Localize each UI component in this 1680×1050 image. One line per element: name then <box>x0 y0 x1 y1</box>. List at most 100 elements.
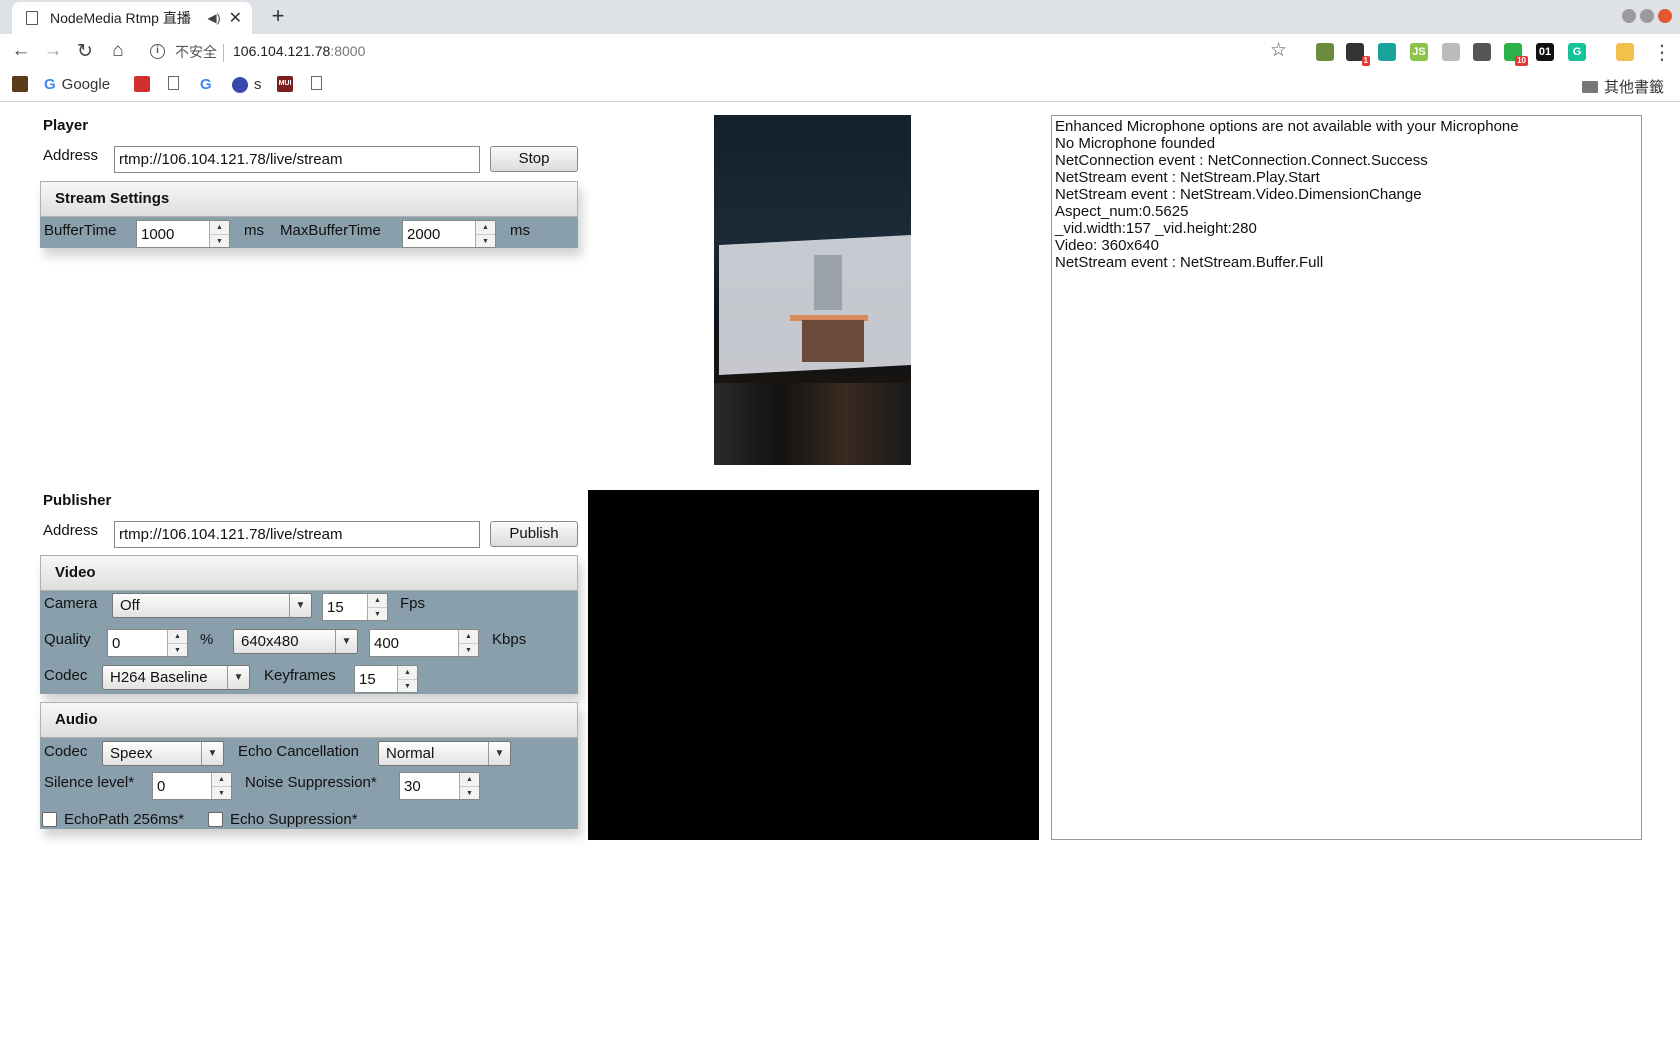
stepper-arrows[interactable]: ▲ ▼ <box>367 594 387 620</box>
video-codec-select[interactable]: H264 Baseline ▼ <box>102 665 250 690</box>
chevron-down-icon[interactable]: ▼ <box>289 594 311 617</box>
echo-cancellation-select[interactable]: Normal ▼ <box>378 741 511 766</box>
down-arrow-icon[interactable]: ▼ <box>459 644 478 657</box>
echopath-checkbox[interactable] <box>42 812 57 827</box>
bookmark-7[interactable]: MUI <box>277 76 293 92</box>
down-arrow-icon[interactable]: ▼ <box>476 235 495 248</box>
quality-stepper[interactable]: 0 ▲ ▼ <box>107 629 188 657</box>
fps-stepper[interactable]: 15 ▲ ▼ <box>322 593 388 621</box>
security-label[interactable]: 不安全 <box>175 42 217 62</box>
audio-codec-select[interactable]: Speex ▼ <box>102 741 224 766</box>
eye-ext-icon[interactable] <box>1378 43 1396 61</box>
bookmark-3[interactable] <box>134 76 150 92</box>
audio-codec-value: Speex <box>110 745 153 762</box>
max-buffer-time-stepper[interactable]: 2000 ▲ ▼ <box>402 220 496 248</box>
audio-codec-label: Codec <box>44 743 88 760</box>
up-arrow-icon[interactable]: ▲ <box>459 630 478 644</box>
buffer-time-value: 1000 <box>141 226 175 243</box>
up-arrow-icon[interactable]: ▲ <box>168 630 187 644</box>
noise-suppression-stepper[interactable]: 30 ▲ ▼ <box>399 772 480 800</box>
chevron-down-icon[interactable]: ▼ <box>335 630 357 653</box>
bookmark-8[interactable] <box>311 76 322 90</box>
publisher-address-input[interactable]: rtmp://106.104.121.78/live/stream <box>114 521 480 548</box>
camera-select[interactable]: Off ▼ <box>112 593 312 618</box>
close-tab-icon[interactable]: ✕ <box>229 8 242 28</box>
chevron-down-icon[interactable]: ▼ <box>201 742 223 765</box>
extension-badge: 1 <box>1361 56 1370 66</box>
chat-ext-icon[interactable]: 1 <box>1346 43 1370 66</box>
google-icon: G <box>200 76 212 93</box>
up-arrow-icon[interactable]: ▲ <box>212 773 231 787</box>
binary-ext-icon[interactable]: 01 <box>1536 43 1554 61</box>
new-tab-button[interactable]: + <box>264 3 292 29</box>
fps-label: Fps <box>400 595 426 612</box>
address-bar[interactable]: 106.104.121.78:8000 <box>233 43 365 59</box>
up-arrow-icon[interactable]: ▲ <box>398 666 417 680</box>
buffer-time-stepper[interactable]: 1000 ▲ ▼ <box>136 220 230 248</box>
maximize-button[interactable] <box>1640 9 1654 23</box>
tab-strip: NodeMedia Rtmp 直播 ◀) ✕ + <box>0 0 1680 34</box>
close-window-button[interactable] <box>1658 9 1672 23</box>
stepper-arrows[interactable]: ▲ ▼ <box>209 221 229 247</box>
bookmark-1[interactable] <box>12 76 28 92</box>
bookmark-4[interactable] <box>168 76 179 90</box>
stepper-arrows[interactable]: ▲ ▼ <box>397 666 417 692</box>
resolution-select[interactable]: 640x480 ▼ <box>233 629 358 654</box>
echo-suppression-checkbox[interactable] <box>208 812 223 827</box>
info-icon[interactable]: i <box>150 44 165 59</box>
url-host: 106.104.121.78 <box>233 43 331 59</box>
emoji-ext-icon[interactable] <box>1616 43 1634 61</box>
down-arrow-icon[interactable]: ▼ <box>210 235 229 248</box>
stepper-arrows[interactable]: ▲ ▼ <box>458 630 478 656</box>
up-arrow-icon[interactable]: ▲ <box>476 221 495 235</box>
evernote-ext-icon[interactable] <box>1316 43 1334 61</box>
pen-ext-icon[interactable] <box>1473 43 1491 61</box>
stepper-arrows[interactable]: ▲ ▼ <box>167 630 187 656</box>
home-icon[interactable]: ⌂ <box>105 40 131 62</box>
no-ads-ext-icon[interactable] <box>1442 43 1460 61</box>
back-icon[interactable]: ← <box>8 40 34 62</box>
bookmark-s[interactable]: s <box>232 76 262 93</box>
chevron-down-icon[interactable]: ▼ <box>227 666 249 689</box>
wechat-ext-icon[interactable]: 10 <box>1504 43 1528 66</box>
log-console[interactable]: Enhanced Microphone options are not avai… <box>1051 115 1642 840</box>
up-arrow-icon[interactable]: ▲ <box>210 221 229 235</box>
bitrate-stepper[interactable]: 400 ▲ ▼ <box>369 629 479 657</box>
down-arrow-icon[interactable]: ▼ <box>460 787 479 800</box>
menu-icon[interactable]: ⋮ <box>1652 40 1672 65</box>
minimize-button[interactable] <box>1622 9 1636 23</box>
chevron-down-icon[interactable]: ▼ <box>488 742 510 765</box>
player-title: Player <box>43 117 89 134</box>
stepper-arrows[interactable]: ▲ ▼ <box>459 773 479 799</box>
bookmark-google[interactable]: G Google <box>44 76 110 93</box>
browser-tab[interactable]: NodeMedia Rtmp 直播 ◀) ✕ <box>12 2 252 34</box>
forward-icon[interactable]: → <box>40 40 66 62</box>
player-address-input[interactable]: rtmp://106.104.121.78/live/stream <box>114 146 480 173</box>
silence-level-stepper[interactable]: 0 ▲ ▼ <box>152 772 232 800</box>
flash-app: Player Address rtmp://106.104.121.78/liv… <box>0 103 1680 1050</box>
reload-icon[interactable]: ↻ <box>72 40 98 63</box>
bookmark-star-icon[interactable]: ☆ <box>1270 39 1287 62</box>
js-ext-icon[interactable]: JS <box>1410 43 1428 61</box>
bookmark-5[interactable]: G <box>200 76 212 93</box>
publish-button[interactable]: Publish <box>490 521 578 547</box>
down-arrow-icon[interactable]: ▼ <box>168 644 187 657</box>
down-arrow-icon[interactable]: ▼ <box>212 787 231 800</box>
echopath-label: EchoPath 256ms* <box>64 811 185 828</box>
fps-value: 15 <box>327 599 344 616</box>
stop-button[interactable]: Stop <box>490 146 578 172</box>
up-arrow-icon[interactable]: ▲ <box>368 594 387 608</box>
player-address-label: Address <box>43 147 99 164</box>
stepper-arrows[interactable]: ▲ ▼ <box>211 773 231 799</box>
keyframes-stepper[interactable]: 15 ▲ ▼ <box>354 665 418 693</box>
other-bookmarks[interactable]: 其他書籤 <box>1582 76 1664 97</box>
speaker-icon[interactable]: ◀) <box>207 11 220 25</box>
down-arrow-icon[interactable]: ▼ <box>368 608 387 621</box>
kbps-label: Kbps <box>492 631 527 648</box>
grammarly-ext-icon[interactable]: G <box>1568 43 1586 61</box>
down-arrow-icon[interactable]: ▼ <box>398 680 417 693</box>
bookmarks-bar: G Google G s MUI 其他書籤 <box>0 72 1680 102</box>
up-arrow-icon[interactable]: ▲ <box>460 773 479 787</box>
stepper-arrows[interactable]: ▲ ▼ <box>475 221 495 247</box>
log-line: Enhanced Microphone options are not avai… <box>1055 118 1519 135</box>
